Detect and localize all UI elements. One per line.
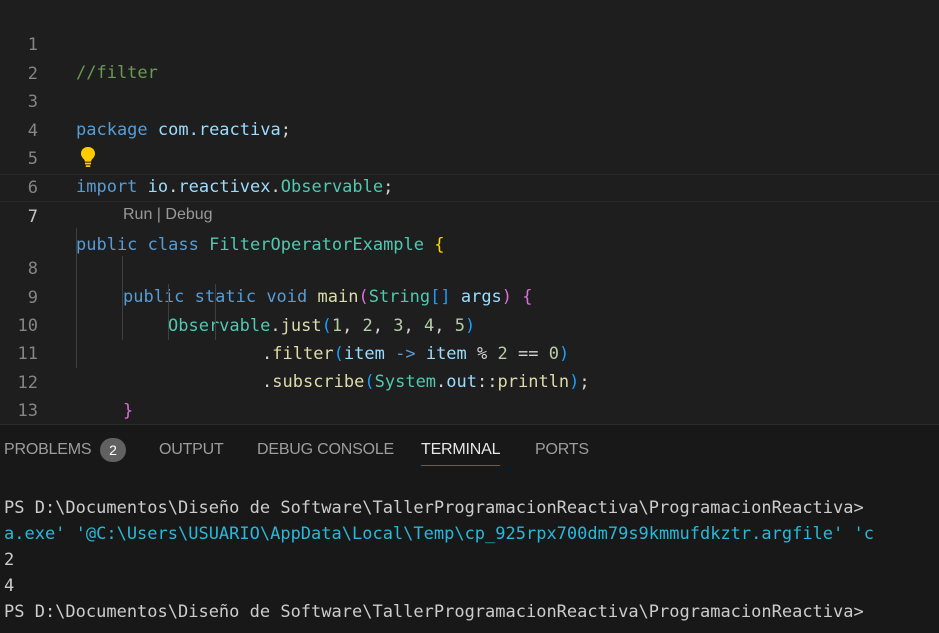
tab-label: DEBUG CONSOLE (257, 441, 394, 458)
code-line-7: 7 public class FilterOperatorExample { (0, 174, 939, 255)
terminal-command-line: a.exe' '@C:\Users\USUARIO\AppData\Local\… (4, 524, 874, 544)
code-line-10: 10 .filter(item -> item % 2 == 0) (0, 284, 939, 364)
code-line-8: 8 public static void main(String[] args)… (0, 227, 939, 307)
code-line-12: 12 } (0, 341, 939, 421)
codelens-separator: | (152, 206, 166, 223)
tab-problems[interactable]: PROBLEMS (4, 425, 92, 475)
tab-label: TERMINAL (421, 441, 501, 458)
tab-terminal[interactable]: TERMINAL (421, 425, 501, 475)
indent-guide (215, 284, 216, 340)
terminal-output-line: 2 (4, 550, 15, 570)
code-line-2: 2 (0, 32, 939, 84)
code-line-9: 9 Observable.just(1, 2, 3, 4, 5) (0, 256, 939, 336)
debug-codelens-link[interactable]: Debug (165, 206, 212, 223)
terminal-prompt-line: PS D:\Documentos\Diseño de Software\Tall… (4, 602, 864, 622)
codelens: Run | Debug (123, 203, 213, 227)
tab-output[interactable]: OUTPUT (159, 425, 224, 475)
code-line-14: 14 (0, 398, 939, 424)
tab-label: PROBLEMS (4, 441, 92, 458)
code-line-4: 4 (0, 89, 939, 141)
code-editor[interactable]: 1 //filter 2 3 package com.reactiva; 4 5… (0, 0, 939, 424)
terminal-output-line: 4 (4, 576, 15, 596)
code-line-1: 1 //filter (0, 3, 939, 83)
indent-guide (76, 228, 77, 368)
bottom-panel: PROBLEMS 2 OUTPUT DEBUG CONSOLE TERMINAL… (0, 424, 939, 633)
code-line-3: 3 package com.reactiva; (0, 60, 939, 140)
problems-count-badge: 2 (100, 438, 126, 462)
code-line-6: 6 (0, 146, 939, 198)
tab-debug-console[interactable]: DEBUG CONSOLE (257, 425, 394, 475)
code-line-11: 11 .subscribe(System.out::println); (0, 312, 939, 392)
indent-guide (122, 256, 123, 340)
tab-label: PORTS (535, 441, 589, 458)
code-line-5: 5 import io.reactivex.Observable; (0, 117, 939, 197)
run-codelens-link[interactable]: Run (123, 206, 152, 223)
indent-guide (168, 284, 169, 340)
tab-ports[interactable]: PORTS (535, 425, 589, 475)
tab-label: OUTPUT (159, 441, 224, 458)
code-line-13: 13 } (0, 369, 939, 421)
lightbulb-icon[interactable] (80, 146, 96, 168)
terminal-prompt-line: PS D:\Documentos\Diseño de Software\Tall… (4, 498, 864, 518)
panel-tabs: PROBLEMS 2 OUTPUT DEBUG CONSOLE TERMINAL… (0, 425, 939, 475)
